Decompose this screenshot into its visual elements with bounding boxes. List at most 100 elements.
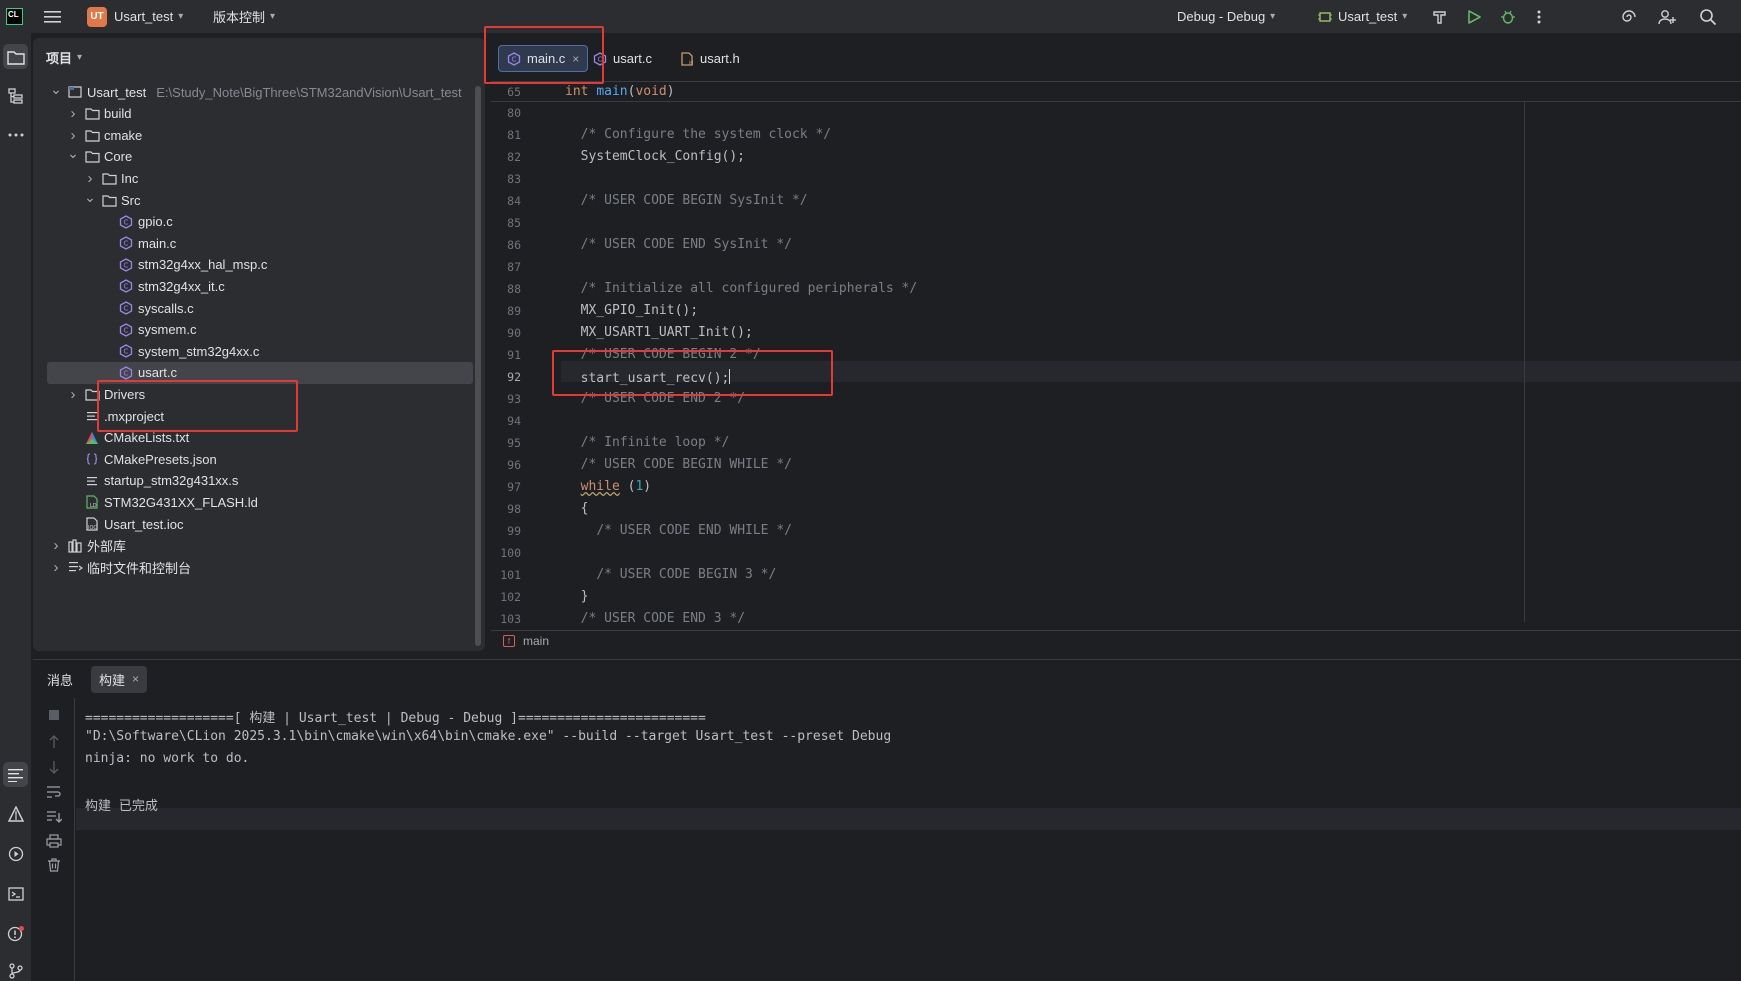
arrow-down-icon [49,761,59,774]
git-tool-button[interactable] [3,958,28,981]
chevron-right-icon[interactable]: › [66,386,80,403]
tree-item[interactable]: › 临时文件和控制台 [47,556,473,578]
scroll-to-end-button[interactable] [45,808,63,826]
project-name: Usart_test [114,9,174,24]
tree-item[interactable]: › 外部库 [47,535,473,557]
tree-item[interactable]: CMakeLists.txt [47,427,473,449]
tree-item[interactable]: Csyscalls.c [47,297,473,319]
services-tool-button[interactable] [3,841,28,866]
stop-button[interactable] [45,706,63,724]
c-file-icon: C [118,257,134,273]
tree-item[interactable]: ⌄ Usart_test E:\Study_Note\BigThree\STM32a… [47,81,473,103]
triangle-icon [7,805,24,822]
folder-icon [101,170,117,186]
scroll-down-button[interactable] [45,758,63,776]
tree-item[interactable]: Csystem_stm32g4xx.c [47,340,473,362]
tree-item[interactable]: Cstm32g4xx_it.c [47,275,473,297]
tab-label: usart.h [700,51,740,66]
arrow-up-icon [49,735,59,748]
more-actions-button[interactable] [1536,0,1542,33]
structure-tool-button[interactable] [3,83,28,108]
chevron-down-icon[interactable]: ⌄ [83,189,97,206]
tree-item[interactable]: .mxproject [47,405,473,427]
svg-text:C: C [124,218,129,226]
tree-item[interactable]: ⌄ Core [47,145,473,168]
clear-button[interactable] [45,856,63,874]
close-icon[interactable]: × [572,52,579,66]
cmake-tool-button[interactable] [3,801,28,826]
tree-item[interactable]: CMakePresets.json [47,448,473,470]
project-panel-header[interactable]: 项目 ▾ [46,48,82,67]
scroll-up-button[interactable] [45,733,63,751]
tab-usart-h[interactable]: H usart.h [672,45,748,72]
tree-item[interactable]: Cmain.c [47,232,473,254]
more-tools-button[interactable] [3,122,28,147]
tab-build[interactable]: 构建 × [91,665,148,693]
editor-area: C main.c × C usart.c H usart.h 65 int ma… [491,38,1741,651]
ai-assistant-button[interactable] [1620,0,1638,33]
debug-button[interactable] [1500,0,1516,33]
tree-item-label: 临时文件和控制台 [87,560,192,576]
chevron-right-icon[interactable]: › [83,170,97,187]
collaborate-button[interactable] [1658,0,1676,33]
tree-item[interactable]: IOC Usart_test.ioc [47,513,473,535]
tree-item[interactable]: › build [47,103,473,125]
tree-item[interactable]: LD STM32G431XX_FLASH.ld [47,491,473,513]
soft-wrap-button[interactable] [45,783,63,801]
project-scrollbar[interactable] [475,86,481,646]
line-number: 81 [507,128,521,142]
line-number: 87 [507,260,521,274]
vcs-menu[interactable]: 版本控制 ▾ [213,0,275,33]
tab-messages[interactable]: 消息 [47,670,73,689]
printer-icon [46,834,62,848]
svg-text:C: C [124,240,129,248]
breadcrumb-item[interactable]: main [523,634,549,648]
sticky-header-line[interactable]: 65 int main(void) [491,82,1741,102]
chevron-right-icon[interactable]: › [66,105,80,122]
project-switcher[interactable]: UT Usart_test ▾ [87,0,183,33]
line-number: 100 [500,546,521,560]
messages-tool-button[interactable] [3,762,28,787]
tab-main-c[interactable]: C main.c × [498,45,589,72]
folder-icon [84,127,100,143]
breadcrumb[interactable]: f main [491,630,1741,651]
text-file-icon [84,408,100,424]
c-file-icon: C [593,51,607,66]
main-menu-button[interactable] [44,0,62,33]
tab-usart-c[interactable]: C usart.c [585,45,660,72]
tree-item[interactable]: › Drivers [47,383,473,405]
tree-item[interactable]: › cmake [47,124,473,146]
config-selector[interactable]: Debug - Debug ▾ [1177,0,1275,33]
h-file-icon: H [681,51,694,66]
tree-item[interactable]: Cstm32g4xx_hal_msp.c [47,254,473,276]
console-line: ninja: no work to do. [85,751,250,766]
search-icon [1700,8,1717,25]
ioc-file-icon: IOC [84,516,100,532]
run-button[interactable] [1467,0,1481,33]
svg-text:C: C [598,55,603,63]
tree-item[interactable]: startup_stm32g431xx.s [47,470,473,492]
line-number: 83 [507,172,521,186]
tree-item[interactable]: ⌄ Src [47,189,473,211]
print-button[interactable] [45,832,63,850]
search-button[interactable] [1699,0,1717,33]
build-button[interactable] [1432,0,1448,33]
problems-tool-button[interactable] [3,921,28,946]
tree-item[interactable]: › Inc [47,167,473,189]
project-tool-button[interactable] [3,44,28,69]
run-target-selector[interactable]: Usart_test ▾ [1318,0,1407,33]
tree-item[interactable]: Cgpio.c [47,211,473,233]
chevron-right-icon[interactable]: › [49,537,63,554]
chevron-down-icon[interactable]: ⌄ [66,145,80,162]
chevron-down-icon[interactable]: ⌄ [49,81,63,98]
chevron-right-icon[interactable]: › [66,127,80,144]
app-logo[interactable]: CL [6,0,23,33]
chevron-right-icon[interactable]: › [49,559,63,576]
code-line: start_usart_recv(); [565,369,731,386]
cmake-icon [84,430,100,446]
terminal-tool-button[interactable] [3,881,28,906]
tree-item[interactable]: Cusart.c [47,361,473,384]
tree-item-label: CMakeLists.txt [104,430,190,446]
close-icon[interactable]: × [132,672,139,686]
tree-item[interactable]: Csysmem.c [47,319,473,341]
